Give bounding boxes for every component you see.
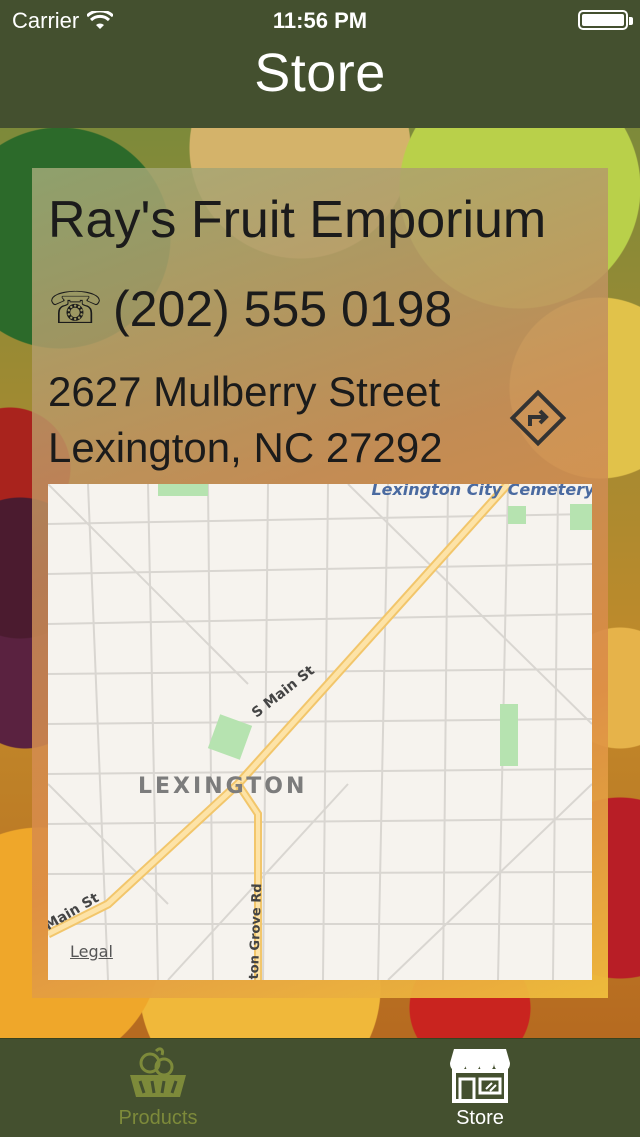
store-address: 2627 Mulberry Street Lexington, NC 27292 [48, 364, 443, 476]
battery-icon [578, 10, 633, 30]
tab-store[interactable]: Store [400, 1045, 560, 1130]
store-card: Ray's Fruit Emporium ☏ (202) 555 0198 26… [32, 168, 608, 998]
top-bar: Carrier 11:56 PM Store [0, 0, 640, 128]
page-title: Store [254, 43, 386, 103]
tab-store-label: Store [456, 1107, 504, 1129]
map-streets [48, 484, 592, 980]
map-label-city: LEXINGTON [138, 774, 308, 799]
address-line-2: Lexington, NC 27292 [48, 424, 443, 471]
phone-number: (202) 555 0198 [113, 281, 453, 337]
phone-icon: ☏ [48, 284, 104, 333]
clock: 11:56 PM [272, 8, 368, 33]
store-name: Ray's Fruit Emporium [48, 191, 547, 249]
tab-bar: Products Store [0, 1038, 640, 1137]
status-bar: Carrier 11:56 PM [0, 0, 640, 40]
tab-products-label: Products [118, 1107, 198, 1129]
directions-icon[interactable] [506, 386, 570, 450]
map-label-cemetery: Lexington City Cemetery [371, 484, 592, 499]
tab-products[interactable]: Products [78, 1045, 238, 1130]
fruit-basket-icon [130, 1047, 186, 1097]
address-line-1: 2627 Mulberry Street [48, 368, 441, 415]
storefront-icon [450, 1049, 510, 1103]
legal-link[interactable]: Legal [70, 942, 113, 961]
store-map[interactable]: Lexington City Cemetery LEXINGTON S Main… [48, 484, 592, 980]
phone-link[interactable]: ☏ (202) 555 0198 [48, 280, 452, 338]
